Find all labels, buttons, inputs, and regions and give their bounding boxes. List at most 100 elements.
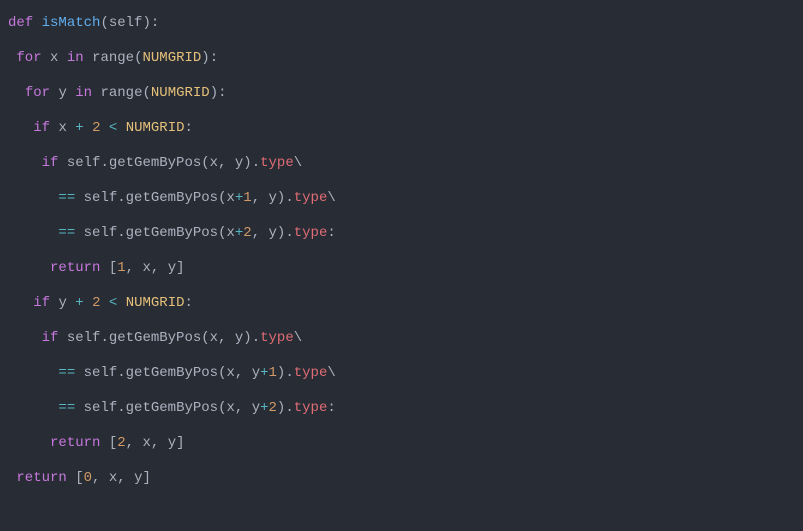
token-op: == [58, 190, 75, 206]
token-self: self [84, 365, 118, 381]
token-kw: for [25, 85, 50, 101]
token-punc: , [235, 365, 252, 381]
token-fn-call: range [92, 50, 134, 66]
token-attr: type [294, 365, 328, 381]
token-punc: . [117, 400, 125, 416]
token-kw: return [50, 435, 100, 451]
token-var: y [168, 260, 176, 276]
code-line: for y in range(NUMGRID): [8, 76, 795, 111]
token-punc: , [218, 330, 235, 346]
token-punc [84, 120, 92, 136]
token-punc: , [252, 190, 269, 206]
token-punc: ): [201, 50, 218, 66]
code-line: == self.getGemByPos(x+1, y).type\ [8, 181, 795, 216]
token-punc [75, 365, 83, 381]
token-num: 2 [117, 435, 125, 451]
code-line: if y + 2 < NUMGRID: [8, 286, 795, 321]
token-num: 2 [243, 225, 251, 241]
token-const: NUMGRID [151, 85, 210, 101]
token-punc: ] [176, 260, 184, 276]
token-punc [58, 155, 66, 171]
token-var: y [168, 435, 176, 451]
token-punc: ( [201, 155, 209, 171]
code-line: == self.getGemByPos(x, y+2).type: [8, 391, 795, 426]
token-punc [58, 50, 66, 66]
token-self: self [84, 190, 118, 206]
token-punc: ). [277, 365, 294, 381]
token-punc [67, 120, 75, 136]
code-line: return [0, x, y] [8, 461, 795, 496]
token-var: x [58, 120, 66, 136]
indent [8, 400, 58, 416]
token-var: y [252, 365, 260, 381]
token-fn-def: isMatch [42, 15, 101, 31]
token-attr: type [260, 330, 294, 346]
token-fn-call: getGemByPos [126, 190, 218, 206]
code-line: == self.getGemByPos(x, y+1).type\ [8, 356, 795, 391]
indent [8, 225, 58, 241]
token-num: 0 [84, 470, 92, 486]
token-punc: \ [327, 365, 335, 381]
token-self: self [84, 400, 118, 416]
token-op: + [260, 365, 268, 381]
indent [8, 155, 42, 171]
token-var: x [109, 470, 117, 486]
token-punc [75, 225, 83, 241]
token-punc: , [151, 435, 168, 451]
token-punc: ): [142, 15, 159, 31]
token-self: self [67, 155, 101, 171]
code-line: == self.getGemByPos(x+2, y).type: [8, 216, 795, 251]
token-punc: ). [243, 155, 260, 171]
token-punc [84, 50, 92, 66]
token-punc: , [126, 260, 143, 276]
token-attr: type [294, 225, 328, 241]
token-kw: if [42, 155, 59, 171]
token-var: y [269, 225, 277, 241]
indent [8, 120, 33, 136]
token-op: + [260, 400, 268, 416]
token-punc: , [235, 400, 252, 416]
token-punc: ). [277, 400, 294, 416]
token-num: 1 [243, 190, 251, 206]
token-num: 1 [269, 365, 277, 381]
token-punc: . [117, 225, 125, 241]
token-punc: [ [100, 260, 117, 276]
token-punc [84, 295, 92, 311]
indent [8, 365, 58, 381]
token-const: NUMGRID [126, 295, 185, 311]
token-kw: for [16, 50, 41, 66]
token-punc: , [117, 470, 134, 486]
token-self: self [109, 15, 143, 31]
token-var: y [252, 400, 260, 416]
token-fn-call: getGemByPos [109, 330, 201, 346]
token-var: x [226, 400, 234, 416]
token-fn-call: getGemByPos [109, 155, 201, 171]
token-kw: in [67, 50, 84, 66]
code-line: if self.getGemByPos(x, y).type\ [8, 146, 795, 181]
token-punc [117, 295, 125, 311]
code-line: def isMatch(self): [8, 6, 795, 41]
indent [8, 85, 25, 101]
indent [8, 295, 33, 311]
token-punc: , [252, 225, 269, 241]
token-var: x [210, 155, 218, 171]
token-punc: , [151, 260, 168, 276]
token-attr: type [260, 155, 294, 171]
token-punc: ( [100, 15, 108, 31]
token-kw: if [33, 120, 50, 136]
code-block: def isMatch(self): for x in range ( NUMGRI… [0, 0, 803, 502]
token-punc: [ [100, 435, 117, 451]
indent [8, 260, 50, 276]
token-op: == [58, 400, 75, 416]
token-num: 2 [269, 400, 277, 416]
token-self: self [67, 330, 101, 346]
token-punc: : [327, 225, 335, 241]
token-var: x [210, 330, 218, 346]
token-punc: : [185, 120, 193, 136]
token-fn-call: getGemByPos [126, 225, 218, 241]
code-line: return [1, x, y] [8, 251, 795, 286]
token-var: x [226, 190, 234, 206]
token-op: + [75, 120, 83, 136]
token-var: y [58, 295, 66, 311]
token-var: x [142, 435, 150, 451]
